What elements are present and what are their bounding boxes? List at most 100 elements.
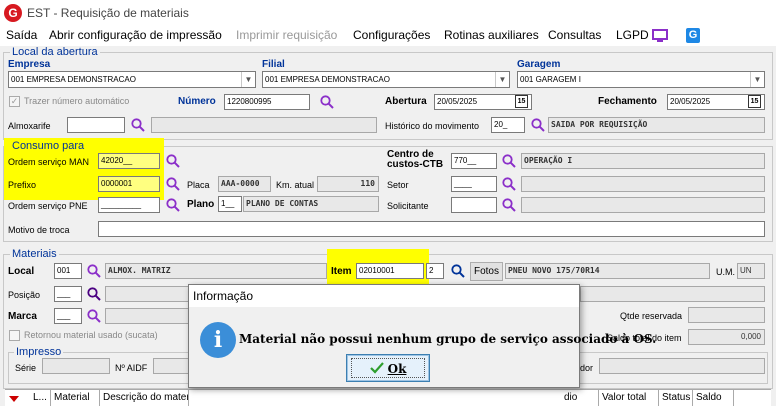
os-pne-label: Ordem serviço PNE [8,201,88,211]
abertura-date-label: Abertura [385,96,427,107]
calendar-icon[interactable]: 15 [515,95,528,108]
solicitante-input[interactable] [451,197,497,213]
centro-desc: OPERAÇÃO I [521,153,765,169]
calendar-icon[interactable]: 15 [748,95,761,108]
aidf-value [153,358,191,374]
serie-label: Série [15,363,37,373]
almoxarife-input[interactable] [67,117,125,133]
trazer-numero-checkbox[interactable]: ✓ [9,96,20,107]
search-icon[interactable] [502,154,516,168]
posicao-input[interactable]: ___ [54,286,82,302]
col-medio[interactable]: dio [562,390,599,406]
impresso-legend: Impresso [14,346,64,358]
saldo-value: 0,000 [688,329,765,345]
km-label: Km. atual [276,180,315,190]
local-desc: ALMOX. MATRIZ [105,263,327,279]
ok-label: Ok [387,362,407,376]
sort-down-icon[interactable] [9,396,19,402]
marca-desc [105,308,190,324]
item-input[interactable]: 02010001 [356,263,424,279]
marca-label: Marca [8,311,37,322]
filial-select[interactable]: 001 EMPRESA DEMONSTRACAO ▼ [262,71,510,88]
garagem-select[interactable]: 001 GARAGEM I ▼ [517,71,765,88]
item-digit-input[interactable]: 2 [426,263,444,279]
plano-code-input[interactable]: 1__ [218,196,242,212]
search-icon[interactable] [166,198,180,212]
search-icon[interactable] [87,287,101,301]
menu-rotinas-auxiliares[interactable]: Rotinas auxiliares [444,28,539,42]
setor-label: Setor [387,180,409,190]
ok-button-face[interactable]: Ok [351,358,425,378]
prefixo-input[interactable]: 0000001 [98,176,160,192]
menu-lgpd[interactable]: LGPD [616,28,649,42]
search-icon[interactable] [87,264,101,278]
app-g-icon[interactable]: G [686,28,700,43]
col-local[interactable]: L... [31,390,51,406]
um-value: UN [737,263,765,279]
menu-configuracoes[interactable]: Configurações [353,28,430,42]
serie-value [42,358,110,374]
menu-consultas[interactable]: Consultas [548,28,601,42]
empresa-select[interactable]: 001 EMPRESA DEMONSTRACAO ▼ [8,71,256,88]
dialog-message: Material não possui nenhum grupo de serv… [239,332,657,346]
monitor-icon[interactable] [652,29,668,43]
km-value: 110 [317,176,379,192]
local-code-input[interactable]: 001 [54,263,82,279]
item-label: Item [331,266,352,277]
search-icon[interactable] [502,177,516,191]
numero-input[interactable]: 1220800995 [224,94,310,110]
fechamento-label: Fechamento [598,96,657,107]
materiais-legend: Materiais [10,248,59,260]
search-icon[interactable] [166,154,180,168]
retornou-label: Retornou material usado (sucata) [24,330,158,340]
filial-value: 001 EMPRESA DEMONSTRACAO [265,75,390,84]
filial-label: Filial [262,59,285,70]
empresa-label: Empresa [8,59,51,70]
search-icon[interactable] [451,264,465,278]
qtde-reservada-value [688,307,765,323]
search-icon[interactable] [166,177,180,191]
os-man-input[interactable]: 42020__ [98,153,160,169]
search-icon[interactable] [87,309,101,323]
search-icon[interactable] [502,198,516,212]
setor-input[interactable]: ____ [451,176,497,192]
search-icon[interactable] [531,118,545,132]
menu-abrir-configuracao[interactable]: Abrir configuração de impressão [49,28,222,42]
search-icon[interactable] [131,118,145,132]
centro-code-input[interactable]: 770__ [451,153,497,169]
prefixo-label: Prefixo [8,180,37,190]
info-icon: i [200,322,236,358]
solicitante-desc [521,197,765,213]
col-saldo[interactable]: Saldo [694,390,734,406]
col-descricao[interactable]: Descrição do mater [101,390,189,406]
os-pne-input[interactable]: _________ [98,197,160,213]
trazer-numero-label: Trazer número automático [24,96,130,106]
motivo-troca-input[interactable] [98,221,765,237]
marca-input[interactable]: ___ [54,308,82,324]
menu-imprimir-requisicao: Imprimir requisição [236,28,338,42]
item-desc: PNEU NOVO 175/70R14 [505,263,710,279]
um-label: U.M. [716,267,735,277]
col-material[interactable]: Material [52,390,100,406]
chevron-down-icon: ▼ [750,72,764,87]
plano-label: Plano [187,199,215,210]
ok-button[interactable]: Ok [346,354,430,382]
almoxarife-label: Almoxarife [8,121,51,131]
col-status[interactable]: Status [660,390,693,406]
consumo-legend: Consumo para [10,140,87,152]
menu-bar: Saída Abrir configuração de impressão Im… [0,26,776,46]
almoxarife-desc [151,117,377,133]
dor-label: dor [580,363,594,373]
garagem-label: Garagem [517,59,561,70]
local-label: Local [8,266,35,277]
col-valor-total[interactable]: Valor total [600,390,659,406]
historico-code-input[interactable]: 20_ [491,117,525,133]
extra-field [580,286,765,302]
retornou-checkbox[interactable] [9,330,20,341]
fotos-button[interactable]: Fotos [470,262,503,281]
search-icon[interactable] [320,95,334,109]
menu-saida[interactable]: Saída [6,28,37,42]
checkmark-icon [369,362,384,374]
historico-label: Histórico do movimento [385,121,480,131]
app-logo-icon: G [4,4,22,22]
